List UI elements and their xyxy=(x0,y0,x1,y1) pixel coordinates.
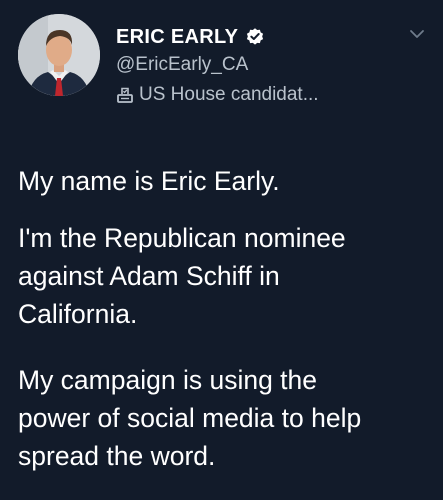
verified-badge-icon xyxy=(245,27,265,47)
display-name[interactable]: ERIC EARLY xyxy=(116,26,238,49)
tweet-text-paragraph-2: I'm the Republican nominee against Adam … xyxy=(18,223,346,329)
name-row: ERIC EARLY xyxy=(116,24,265,50)
avatar-image xyxy=(18,14,100,96)
candidate-label-row: US House candidat... xyxy=(116,84,319,106)
tweet-card: ERIC EARLY @EricEarly_CA US House candid… xyxy=(0,0,443,500)
ballot-box-icon xyxy=(116,86,134,104)
user-handle[interactable]: @EricEarly_CA xyxy=(116,54,248,76)
tweet-text-paragraph-3: My campaign is using the power of social… xyxy=(18,365,362,471)
avatar[interactable] xyxy=(18,14,100,96)
chevron-down-icon[interactable] xyxy=(408,28,426,40)
candidate-label: US House candidat... xyxy=(139,84,319,105)
tweet-text-paragraph-1: My name is Eric Early. xyxy=(18,166,280,196)
